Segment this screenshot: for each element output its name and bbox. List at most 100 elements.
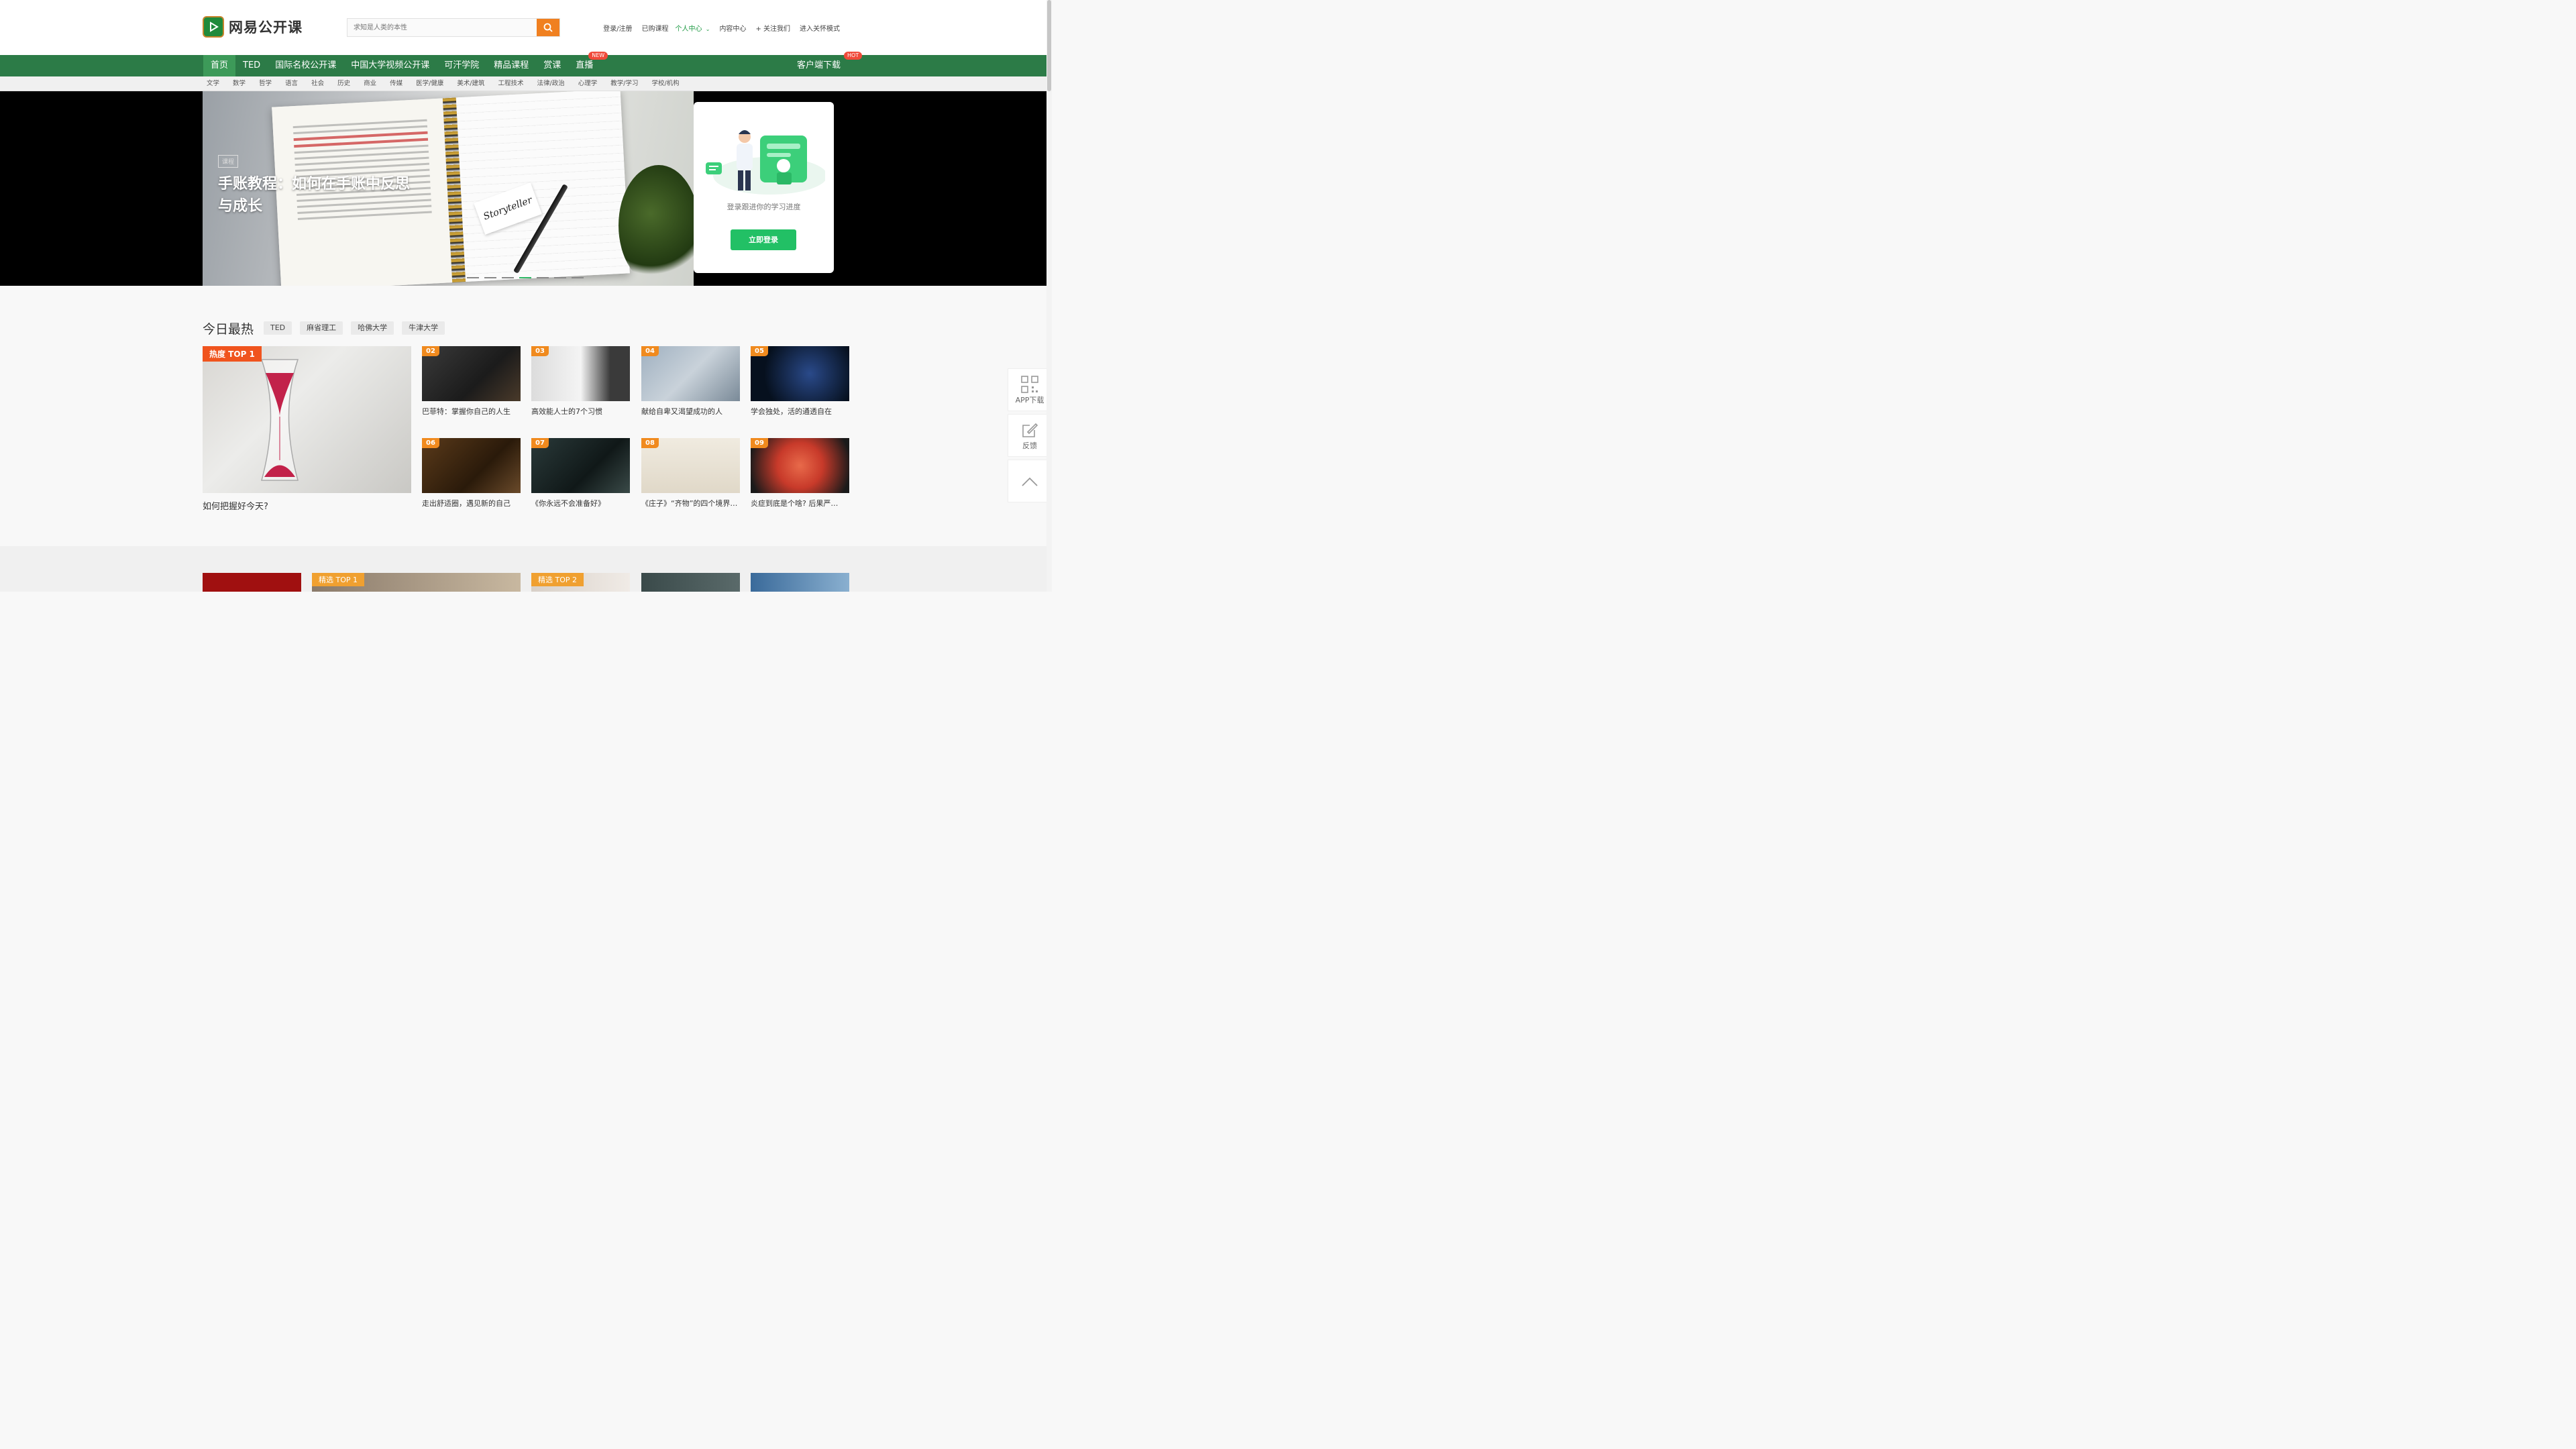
nav-item-home[interactable]: 首页 <box>203 55 236 76</box>
scrollbar-thumb[interactable] <box>1047 0 1051 91</box>
hot-card[interactable]: 06 走出舒适圈，遇见新的自己 <box>422 438 521 508</box>
login-link[interactable]: 登录/注册 <box>603 23 632 33</box>
rank-badge: 03 <box>531 346 549 356</box>
carousel-dot[interactable] <box>467 277 479 278</box>
category-item[interactable]: 心理学 <box>578 76 598 91</box>
nav-item-intl-schools[interactable]: 国际名校公开课 <box>268 55 343 76</box>
personal-center-link[interactable]: 个人中心 ⌄ <box>676 23 710 33</box>
follow-us-link[interactable]: + 关注我们 <box>755 23 790 33</box>
category-item[interactable]: 法律/政治 <box>537 76 565 91</box>
nav-item-khan[interactable]: 可汗学院 <box>437 55 486 76</box>
hero-banner: Storyteller <box>0 91 1046 286</box>
carousel-dot[interactable] <box>554 277 566 278</box>
featured-tag: 精选 TOP 2 <box>531 573 584 586</box>
nav-item-premium[interactable]: 精品课程 <box>486 55 536 76</box>
category-item[interactable]: 工程技术 <box>498 76 524 91</box>
card-caption[interactable]: 走出舒适圈，遇见新的自己 <box>422 498 521 508</box>
page-scrollbar[interactable] <box>1046 0 1052 592</box>
card-caption[interactable]: 《庄子》“齐物”的四个境界… <box>641 498 740 508</box>
category-item[interactable]: 教学/学习 <box>610 76 638 91</box>
carousel-dot[interactable] <box>484 277 496 278</box>
category-item[interactable]: 语言 <box>285 76 298 91</box>
carousel-dot[interactable] <box>537 277 549 278</box>
chevron-down-icon: ⌄ <box>705 26 710 32</box>
back-to-top-button[interactable] <box>1008 460 1052 502</box>
category-item[interactable]: 社会 <box>311 76 324 91</box>
nav-item-china-univ[interactable]: 中国大学视频公开课 <box>343 55 437 76</box>
rank-badge: 02 <box>422 346 439 356</box>
card-thumbnail: 07 <box>531 438 630 493</box>
hot-tag-mit[interactable]: 麻省理工 <box>300 321 343 335</box>
category-item[interactable]: 美术/建筑 <box>457 76 484 91</box>
featured-banner[interactable] <box>203 573 301 592</box>
card-thumbnail: 05 <box>751 346 849 401</box>
content-center-link[interactable]: 内容中心 <box>719 23 746 33</box>
card-thumbnail: 03 <box>531 346 630 401</box>
feedback-label: 反馈 <box>1022 441 1037 450</box>
carousel-dot[interactable] <box>572 277 584 278</box>
new-badge: NEW <box>588 52 608 60</box>
top-header: 网易公开课 登录/注册 已购课程 个人中心 ⌄ 内容中心 + 关注我们 进入关怀… <box>0 0 1046 55</box>
hourglass-illustration <box>260 359 299 481</box>
card-caption[interactable]: 学会独处，活的通透自在 <box>751 406 849 417</box>
search-input[interactable] <box>347 19 537 36</box>
rank-badge: 04 <box>641 346 659 356</box>
hot-card[interactable]: 07 《你永远不会准备好》 <box>531 438 630 508</box>
client-download-link[interactable]: 客户端下载 HOT <box>797 52 863 76</box>
client-download-label: 客户端下载 <box>797 60 841 70</box>
nav-item-shangke[interactable]: 赏课 <box>536 55 568 76</box>
login-button[interactable]: 立即登录 <box>731 229 796 250</box>
card-caption[interactable]: 如何把握好今天? <box>203 499 411 512</box>
feedback-widget[interactable]: 反馈 <box>1008 414 1052 457</box>
category-item[interactable]: 数学 <box>233 76 246 91</box>
featured-card[interactable] <box>641 573 740 592</box>
featured-card[interactable]: 精选 TOP 2 <box>531 573 630 592</box>
care-mode-link[interactable]: 进入关怀模式 <box>800 23 840 33</box>
purchased-link[interactable]: 已购课程 <box>642 23 669 33</box>
featured-tag: 精选 TOP 1 <box>312 573 365 586</box>
plant-illustration <box>619 165 694 286</box>
category-item[interactable]: 哲学 <box>259 76 272 91</box>
featured-section <box>0 546 1046 592</box>
card-thumbnail: 09 <box>751 438 849 493</box>
hot-tag-ted[interactable]: TED <box>264 321 292 335</box>
card-caption[interactable]: 巴菲特：掌握你自己的人生 <box>422 406 521 417</box>
category-item[interactable]: 商业 <box>364 76 376 91</box>
carousel-dot[interactable] <box>502 277 514 278</box>
card-thumbnail: 06 <box>422 438 521 493</box>
site-logo[interactable]: 网易公开课 <box>203 16 303 38</box>
hot-card[interactable]: 03 高效能人士的7个习惯 <box>531 346 630 417</box>
hot-card[interactable]: 08 《庄子》“齐物”的四个境界… <box>641 438 740 508</box>
chevron-up-icon <box>1022 477 1038 486</box>
banner-title[interactable]: 手账教程：如何在手账中反思与成长 <box>218 173 413 217</box>
category-item[interactable]: 历史 <box>337 76 350 91</box>
category-item[interactable]: 传媒 <box>390 76 402 91</box>
hot-card[interactable]: 02 巴菲特：掌握你自己的人生 <box>422 346 521 417</box>
hot-tags: TED 麻省理工 哈佛大学 牛津大学 <box>264 321 453 335</box>
rank-badge: 09 <box>751 438 768 448</box>
nav-item-ted[interactable]: TED <box>235 55 268 76</box>
category-item[interactable]: 学校/机构 <box>651 76 679 91</box>
hot-card[interactable]: 04 献给自卑又渴望成功的人 <box>641 346 740 417</box>
card-caption[interactable]: 炎症到底是个啥? 后果严… <box>751 498 849 508</box>
card-caption[interactable]: 《你永远不会准备好》 <box>531 498 630 508</box>
carousel-dot-active[interactable] <box>519 277 531 278</box>
card-caption[interactable]: 高效能人士的7个习惯 <box>531 406 630 417</box>
app-download-widget[interactable]: APP下载 <box>1008 368 1052 411</box>
app-download-label: APP下载 <box>1015 396 1044 405</box>
category-item[interactable]: 文学 <box>207 76 219 91</box>
hot-tag-harvard[interactable]: 哈佛大学 <box>351 321 394 335</box>
card-caption[interactable]: 献给自卑又渴望成功的人 <box>641 406 740 417</box>
featured-card[interactable] <box>751 573 849 592</box>
carousel-dots <box>467 277 589 278</box>
search-button[interactable] <box>537 19 559 36</box>
category-item[interactable]: 医学/健康 <box>416 76 443 91</box>
hot-card[interactable]: 09 炎症到底是个啥? 后果严… <box>751 438 849 508</box>
nav-item-live[interactable]: 直播 NEW <box>568 52 608 76</box>
play-logo-icon <box>203 16 224 38</box>
hot-tag-oxford[interactable]: 牛津大学 <box>402 321 445 335</box>
category-nav: 文学 数学 哲学 语言 社会 历史 商业 传媒 医学/健康 美术/建筑 工程技术… <box>0 76 1046 91</box>
hot-card[interactable]: 05 学会独处，活的通透自在 <box>751 346 849 417</box>
hot-top1-card[interactable]: 热度 TOP 1 如何把握好今天? <box>203 346 411 512</box>
featured-card[interactable]: 精选 TOP 1 <box>312 573 521 592</box>
